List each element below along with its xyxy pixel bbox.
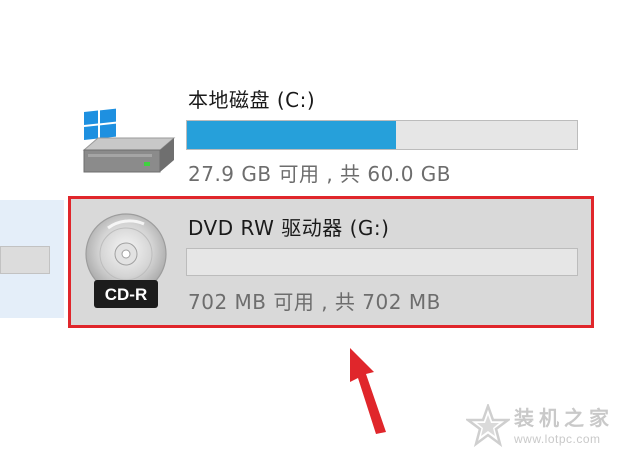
- drive-g-usage-bar: [186, 248, 578, 276]
- watermark-url: www.lotpc.com: [514, 432, 601, 446]
- watermark: 装机之家 www.lotpc.com: [466, 398, 636, 454]
- drive-g-name: DVD RW 驱动器 (G:): [188, 216, 390, 240]
- drive-g-space-info: 702 MB 可用 , 共 702 MB: [188, 290, 441, 314]
- drive-c-usage-fill: [187, 121, 396, 149]
- drive-list-view: 本地磁盘 (C:) 27.9 GB 可用 , 共 60.0 GB CD-R DV…: [0, 0, 640, 457]
- cd-r-disc-icon: CD-R: [85, 213, 167, 308]
- drive-c-space-info: 27.9 GB 可用 , 共 60.0 GB: [188, 162, 452, 186]
- windows-hard-drive-icon: [82, 108, 176, 173]
- cd-r-label: CD-R: [105, 285, 148, 304]
- adjacent-drive-usage-bar: [0, 246, 50, 274]
- watermark-title: 装机之家: [514, 406, 614, 430]
- drive-c-usage-bar: [186, 120, 578, 150]
- star-logo-icon: [466, 404, 510, 448]
- drive-c-name: 本地磁盘 (C:): [188, 88, 316, 112]
- annotation-arrow-icon: [350, 348, 386, 434]
